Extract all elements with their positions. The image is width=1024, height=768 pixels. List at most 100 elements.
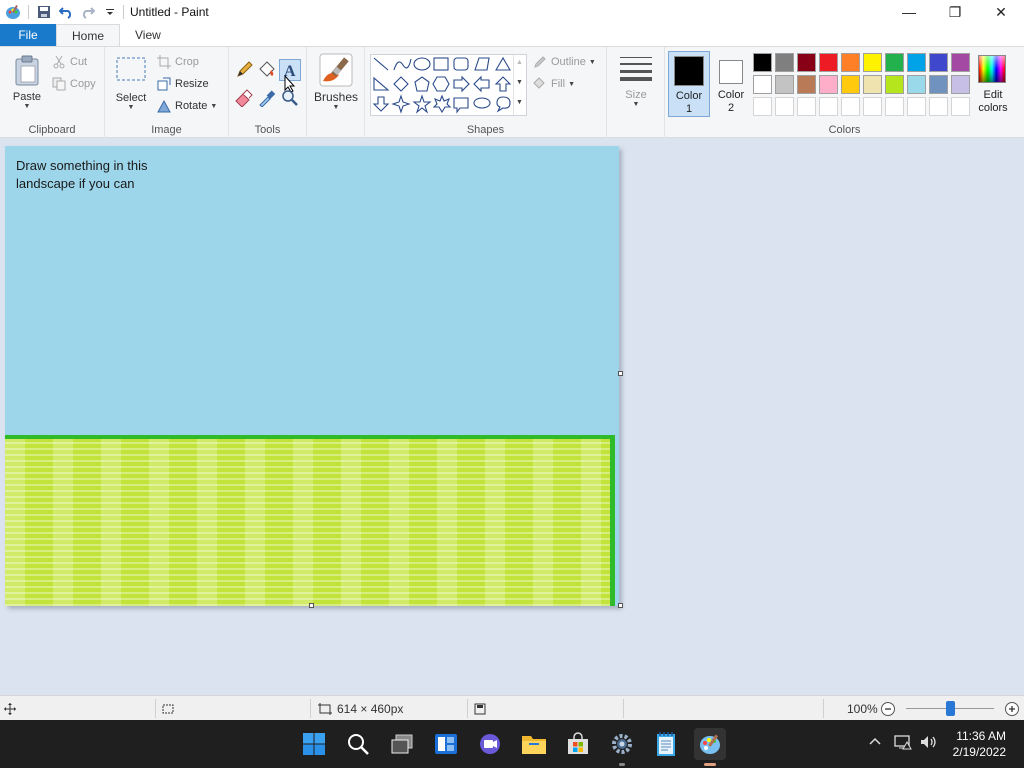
image-group: Select ▼ Crop Resize Rotate ▼ Image [105,47,229,139]
pencil-icon[interactable] [235,61,255,81]
color-swatch[interactable] [775,75,794,94]
network-icon[interactable] [894,734,912,753]
rotate-button[interactable]: Rotate ▼ [157,96,217,116]
color-swatch[interactable] [753,53,772,72]
copy-button[interactable]: Copy [52,74,96,94]
custom-color-slot[interactable] [885,97,904,116]
edit-colors-button[interactable]: Edit colors [975,51,1011,117]
color2-button[interactable]: Color 2 [712,51,750,117]
brushes-button[interactable]: Brushes ▼ [313,53,359,111]
tab-file[interactable]: File [0,24,56,46]
color-swatch[interactable] [885,53,904,72]
color-swatch[interactable] [885,75,904,94]
tab-view[interactable]: View [120,24,176,46]
fill-button[interactable]: Fill ▼ [533,74,575,94]
color-swatch[interactable] [951,53,970,72]
paste-icon [15,55,39,86]
color-swatch[interactable] [863,75,882,94]
zoom-slider-thumb[interactable] [946,701,955,716]
custom-color-slot[interactable] [819,97,838,116]
system-clock[interactable]: 11:36 AM 2/19/2022 [953,728,1006,760]
resize-button[interactable]: Resize [157,74,209,94]
paint-app-icon[interactable] [2,0,24,24]
paint-taskbar-button[interactable] [694,728,726,766]
custom-color-slot[interactable] [775,97,794,116]
zoom-in-button[interactable] [1004,696,1020,721]
resize-handle-bottom[interactable] [309,603,314,608]
resize-handle-right[interactable] [618,371,623,376]
minimize-button[interactable]: — [886,0,932,24]
widgets-button[interactable] [430,728,462,760]
divider [823,699,824,718]
copy-icon [52,77,66,91]
color-swatch[interactable] [797,53,816,72]
store-button[interactable] [562,728,594,760]
save-icon[interactable] [33,0,55,24]
chat-button[interactable] [474,728,506,760]
paste-button[interactable]: Paste ▼ [8,55,46,110]
crop-button[interactable]: Crop [157,52,199,72]
color-swatch[interactable] [841,75,860,94]
color-swatch[interactable] [819,53,838,72]
custom-color-slot[interactable] [753,97,772,116]
chevron-up-icon[interactable]: ▲ [516,59,523,66]
divider [155,699,156,718]
color-swatch[interactable] [753,75,772,94]
custom-color-slot[interactable] [841,97,860,116]
volume-icon[interactable] [920,734,938,753]
task-view-button[interactable] [386,728,418,760]
magnifier-icon[interactable] [281,89,301,109]
color-swatch[interactable] [775,53,794,72]
drawing-canvas[interactable]: Draw something in this landscape if you … [5,146,619,606]
window-controls: — ❐ ✕ [886,0,1024,24]
shapes-scrollbar[interactable]: ▲ ▼ ▼ [513,55,526,115]
chevron-down-icon[interactable]: ▼ [516,79,523,86]
cut-button[interactable]: Cut [52,52,87,72]
fill-label: Fill [551,78,566,90]
color-swatch[interactable] [819,75,838,94]
custom-color-slot[interactable] [863,97,882,116]
start-button[interactable] [298,728,330,760]
canvas-dimensions: 614 × 460px [337,701,404,716]
color-picker-icon[interactable] [258,89,278,109]
outline-button[interactable]: Outline ▼ [533,52,596,72]
size-button[interactable]: Size ▼ [615,54,657,108]
custom-color-slot[interactable] [951,97,970,116]
canvas-workspace[interactable]: Draw something in this landscape if you … [0,139,1024,695]
restore-button[interactable]: ❐ [932,0,978,24]
zoom-slider[interactable] [906,696,994,721]
zoom-out-button[interactable] [880,696,896,721]
color-swatch[interactable] [797,75,816,94]
custom-color-slot[interactable] [797,97,816,116]
custom-color-slot[interactable] [929,97,948,116]
notepad-button[interactable] [650,728,682,760]
color-swatch[interactable] [907,53,926,72]
select-button[interactable]: Select ▼ [113,55,149,111]
file-explorer-button[interactable] [518,728,550,760]
color-swatch[interactable] [929,75,948,94]
eraser-icon[interactable] [235,89,255,109]
line-size-icon [620,57,652,81]
search-button[interactable] [342,728,374,760]
color-swatch[interactable] [863,53,882,72]
select-rectangle-icon [116,57,146,81]
tab-home[interactable]: Home [56,24,121,46]
color2-swatch [719,60,743,84]
color-swatch[interactable] [907,75,926,94]
settings-button[interactable] [606,728,638,766]
color-swatch[interactable] [929,53,948,72]
shapes-gallery[interactable] [370,54,527,116]
redo-icon[interactable] [77,0,99,24]
chevron-up-icon[interactable] [868,734,882,751]
undo-icon[interactable] [55,0,77,24]
more-shapes-icon[interactable]: ▼ [516,99,523,106]
fill-bucket-icon[interactable] [258,61,278,81]
custom-color-slot[interactable] [907,97,926,116]
color-swatch[interactable] [951,75,970,94]
close-button[interactable]: ✕ [978,0,1024,24]
customize-toolbar-icon[interactable] [99,0,121,24]
brush-icon [319,53,353,87]
resize-handle-corner[interactable] [618,603,623,608]
color-swatch[interactable] [841,53,860,72]
color1-button[interactable]: Color 1 [668,51,710,117]
